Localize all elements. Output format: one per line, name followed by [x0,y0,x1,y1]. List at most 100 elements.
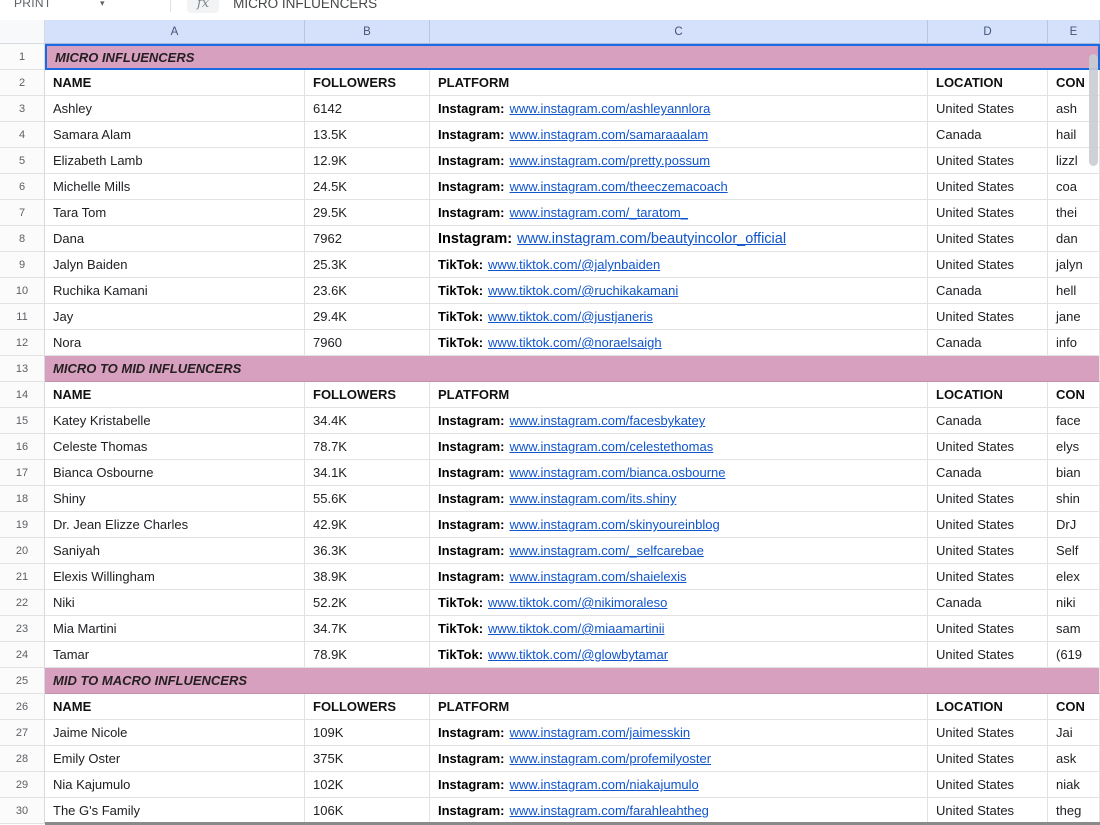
cell-followers[interactable]: 55.6K [305,486,430,512]
row-header[interactable]: 22 [0,590,45,616]
row-header[interactable]: 21 [0,564,45,590]
cell-followers[interactable]: 38.9K [305,564,430,590]
cell-contact[interactable]: face [1048,408,1100,434]
cell-name[interactable]: Jay [45,304,305,330]
cell-name[interactable]: Jaime Nicole [45,720,305,746]
platform-link[interactable]: www.instagram.com/beautyincolor_official [517,231,786,247]
cell-name[interactable]: Dana [45,226,305,252]
platform-link[interactable]: www.instagram.com/farahleahtheg [509,803,708,818]
cell-location[interactable]: Canada [928,408,1048,434]
cell-contact[interactable]: ask [1048,746,1100,772]
cell-contact[interactable]: sam [1048,616,1100,642]
cell-location[interactable]: United States [928,798,1048,824]
cell-followers[interactable]: 23.6K [305,278,430,304]
cell-platform[interactable]: TikTok:www.tiktok.com/@ruchikakamani [430,278,928,304]
platform-link[interactable]: www.instagram.com/jaimesskin [509,725,690,740]
platform-link[interactable]: www.instagram.com/profemilyoster [509,751,711,766]
row-header[interactable]: 13 [0,356,45,382]
cell-location[interactable]: Canada [928,590,1048,616]
header-cell-platform[interactable]: PLATFORM [430,70,928,96]
cell-followers[interactable]: 42.9K [305,512,430,538]
cell-contact[interactable]: elex [1048,564,1100,590]
header-cell-con[interactable]: CON [1048,382,1100,408]
cell-followers[interactable]: 78.7K [305,434,430,460]
cell-contact[interactable]: (619 [1048,642,1100,668]
cell-platform[interactable]: Instagram:www.instagram.com/_taratom_ [430,200,928,226]
header-cell-followers[interactable]: FOLLOWERS [305,70,430,96]
cell-platform[interactable]: Instagram:www.instagram.com/farahleahthe… [430,798,928,824]
row-header[interactable]: 20 [0,538,45,564]
cell-contact[interactable]: niak [1048,772,1100,798]
row-header[interactable]: 14 [0,382,45,408]
cell-location[interactable]: United States [928,772,1048,798]
row-header[interactable]: 12 [0,330,45,356]
cell-platform[interactable]: Instagram:www.instagram.com/beautyincolo… [430,226,928,252]
cell-location[interactable]: United States [928,538,1048,564]
row-header[interactable]: 26 [0,694,45,720]
cell-platform[interactable]: Instagram:www.instagram.com/ashleyannlor… [430,96,928,122]
cell-location[interactable]: United States [928,304,1048,330]
row-header[interactable]: 9 [0,252,45,278]
cell-platform[interactable]: Instagram:www.instagram.com/_selfcarebae [430,538,928,564]
cell-name[interactable]: Bianca Osbourne [45,460,305,486]
section-label-cell[interactable]: MICRO INFLUENCERS [45,44,1100,70]
cell-contact[interactable]: coa [1048,174,1100,200]
cell-followers[interactable]: 34.4K [305,408,430,434]
cell-name[interactable]: Elexis Willingham [45,564,305,590]
cell-followers[interactable]: 34.1K [305,460,430,486]
cell-name[interactable]: Emily Oster [45,746,305,772]
platform-link[interactable]: www.tiktok.com/@glowbytamar [488,647,668,662]
cell-name[interactable]: Elizabeth Lamb [45,148,305,174]
cell-followers[interactable]: 36.3K [305,538,430,564]
cell-contact[interactable]: shin [1048,486,1100,512]
row-header[interactable]: 17 [0,460,45,486]
cell-name[interactable]: Katey Kristabelle [45,408,305,434]
cell-contact[interactable]: Jai [1048,720,1100,746]
header-cell-name[interactable]: NAME [45,694,305,720]
cell-location[interactable]: Canada [928,460,1048,486]
cell-name[interactable]: Dr. Jean Elizze Charles [45,512,305,538]
cell-followers[interactable]: 24.5K [305,174,430,200]
cell-location[interactable]: United States [928,226,1048,252]
name-box[interactable]: PRINT [0,0,100,10]
cell-followers[interactable]: 13.5K [305,122,430,148]
cell-name[interactable]: Celeste Thomas [45,434,305,460]
cell-location[interactable]: Canada [928,278,1048,304]
platform-link[interactable]: www.tiktok.com/@justjaneris [488,309,653,324]
platform-link[interactable]: www.instagram.com/facesbykatey [509,413,705,428]
cell-location[interactable]: United States [928,486,1048,512]
cell-location[interactable]: United States [928,746,1048,772]
cell-name[interactable]: Ruchika Kamani [45,278,305,304]
cell-location[interactable]: Canada [928,330,1048,356]
cell-platform[interactable]: Instagram:www.instagram.com/niakajumulo [430,772,928,798]
cell-location[interactable]: United States [928,720,1048,746]
platform-link[interactable]: www.instagram.com/theeczemacoach [509,179,727,194]
cell-platform[interactable]: TikTok:www.tiktok.com/@noraelsaigh [430,330,928,356]
row-header[interactable]: 10 [0,278,45,304]
cell-followers[interactable]: 29.4K [305,304,430,330]
row-header[interactable]: 7 [0,200,45,226]
platform-link[interactable]: www.instagram.com/samaraaalam [509,127,708,142]
platform-link[interactable]: www.tiktok.com/@nikimoraleso [488,595,667,610]
row-header[interactable]: 2 [0,70,45,96]
section-label-cell[interactable]: MID TO MACRO INFLUENCERS [45,668,1100,694]
cell-contact[interactable]: elys [1048,434,1100,460]
cell-name[interactable]: Ashley [45,96,305,122]
cell-platform[interactable]: TikTok:www.tiktok.com/@nikimoraleso [430,590,928,616]
platform-link[interactable]: www.tiktok.com/@miaamartinii [488,621,664,636]
column-header-C[interactable]: C [430,20,928,44]
formula-input[interactable]: MICRO INFLUENCERS [233,0,377,11]
cell-location[interactable]: United States [928,148,1048,174]
row-header[interactable]: 3 [0,96,45,122]
header-cell-platform[interactable]: PLATFORM [430,382,928,408]
cell-name[interactable]: Saniyah [45,538,305,564]
row-header[interactable]: 15 [0,408,45,434]
row-header[interactable]: 11 [0,304,45,330]
cell-platform[interactable]: TikTok:www.tiktok.com/@justjaneris [430,304,928,330]
column-header-E[interactable]: E [1048,20,1100,44]
row-header[interactable]: 24 [0,642,45,668]
cell-location[interactable]: United States [928,434,1048,460]
cell-followers[interactable]: 78.9K [305,642,430,668]
cell-name[interactable]: Samara Alam [45,122,305,148]
row-header[interactable]: 19 [0,512,45,538]
